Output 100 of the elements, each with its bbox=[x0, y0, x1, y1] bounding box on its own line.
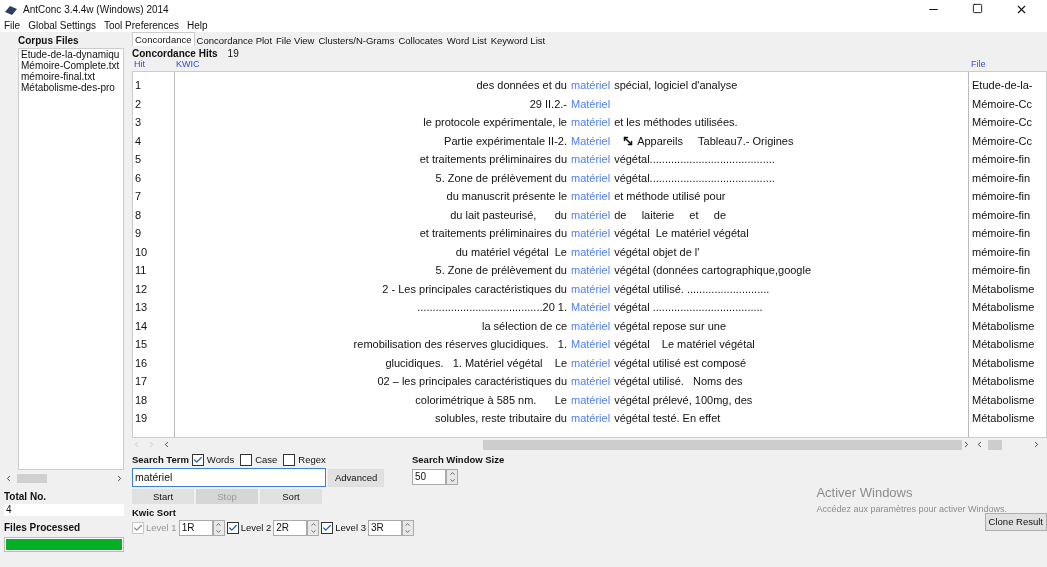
right-context: de laiterie et de bbox=[614, 207, 726, 223]
right-context: végétal Le matériel végétal bbox=[614, 226, 749, 241]
menu-item[interactable]: Tool Preferences bbox=[103, 18, 179, 33]
left-context: et traitements préliminaires du bbox=[418, 226, 568, 241]
file-item[interactable]: mémoire-final.txt bbox=[19, 71, 123, 82]
left-context: du lait pasteurisé, du bbox=[449, 207, 568, 223]
level-label: Level 1 bbox=[146, 521, 177, 536]
file-name: Mémoire-Cc bbox=[971, 133, 1033, 149]
checkbox-label: Case bbox=[255, 452, 278, 467]
window-title: AntConc 3.4.4w (Windows) 2014 bbox=[23, 3, 169, 17]
tab[interactable]: Keyword List bbox=[488, 34, 548, 46]
right-context: végétal utilisé. ........................... bbox=[614, 281, 770, 297]
keyword: Matériel bbox=[571, 337, 612, 352]
level-label: Level 2 bbox=[240, 521, 272, 536]
hit-number: 3 bbox=[134, 115, 143, 130]
checkbox-label: Regex bbox=[298, 452, 326, 467]
scroll-right-icon bbox=[115, 474, 124, 483]
scrollbar[interactable] bbox=[132, 439, 962, 450]
total-label: Total No. bbox=[4, 490, 48, 504]
scroll-left-icon bbox=[4, 474, 13, 483]
right-context: végétal testé. En effet bbox=[614, 411, 721, 426]
scroll-thumb[interactable] bbox=[987, 439, 1002, 450]
hit-number: 9 bbox=[134, 226, 143, 241]
right-context: et les méthodes utilisées. bbox=[614, 115, 738, 130]
window-size-label: Search Window Size bbox=[412, 453, 505, 467]
search-field[interactable]: matériel bbox=[132, 468, 326, 487]
left-context: des données et du bbox=[475, 78, 568, 93]
column-header[interactable]: File bbox=[969, 57, 986, 71]
hit-number: 15 bbox=[134, 337, 149, 352]
tab[interactable]: Collocates bbox=[396, 34, 445, 46]
scroll-left-icon[interactable] bbox=[162, 440, 171, 449]
file-name: Etude-de-la- bbox=[971, 78, 1034, 93]
tab[interactable]: Clusters/N-Grams bbox=[316, 34, 397, 46]
left-context: le protocole expérimentale, le bbox=[422, 115, 568, 130]
right-context: végétal utilisé. Noms des bbox=[614, 374, 743, 389]
hit-number: 7 bbox=[134, 189, 143, 204]
keyword: matériel bbox=[571, 78, 612, 93]
file-name: Métabolisme bbox=[971, 355, 1036, 371]
tab[interactable]: Concordance Plot bbox=[194, 34, 275, 46]
action-button[interactable]: Sort bbox=[260, 489, 322, 504]
spin-field[interactable]: 50 bbox=[412, 469, 446, 485]
left-context: solubles, reste tributaire du bbox=[433, 411, 568, 426]
hit-number: 1 bbox=[134, 78, 143, 93]
file-item[interactable]: Mémoire-Complete.txt bbox=[19, 60, 123, 71]
hit-number: 10 bbox=[134, 244, 149, 260]
file-name: Métabolisme bbox=[971, 374, 1036, 389]
right-context: et méthode utilisé pour bbox=[614, 189, 726, 204]
keyword: matériel bbox=[571, 263, 612, 278]
spin-field[interactable]: 3R bbox=[367, 520, 402, 537]
right-context: végétal objet de l' bbox=[614, 244, 700, 260]
left-context: 02 – les principales caractéristiques du bbox=[376, 374, 568, 389]
hit-number: 2 bbox=[134, 96, 143, 112]
column-header[interactable]: Hit bbox=[132, 57, 174, 71]
left-context: 2 - Les principales caractéristiques du bbox=[381, 281, 568, 297]
keyword: matériel bbox=[571, 115, 612, 130]
left-context: du manuscrit présente le bbox=[445, 189, 568, 204]
spin-arrows-icon[interactable] bbox=[446, 469, 458, 485]
clone-results-button[interactable]: Clone Result bbox=[984, 513, 1047, 531]
resize-arrow-icon bbox=[622, 134, 635, 147]
advanced-button[interactable]: Advanced bbox=[328, 468, 385, 487]
right-context: spécial, logiciel d'analyse bbox=[614, 78, 738, 93]
file-name: Mémoire-Cc bbox=[971, 96, 1033, 112]
checkbox[interactable] bbox=[240, 454, 253, 466]
tab[interactable]: Word List bbox=[444, 34, 489, 46]
keyword: matériel bbox=[571, 318, 612, 334]
checkbox[interactable] bbox=[321, 522, 334, 535]
hit-number: 12 bbox=[134, 281, 149, 297]
hit-number: 6 bbox=[134, 170, 143, 186]
kwic-sort-label: Kwic Sort bbox=[132, 506, 177, 520]
left-context: glucidiques. 1. Matériel végétal Le bbox=[384, 355, 568, 371]
spin-field[interactable]: 2R bbox=[273, 520, 308, 537]
file-name: mémoire-fin bbox=[971, 189, 1032, 204]
right-context: végétal (données cartographique,google bbox=[614, 263, 812, 278]
file-name: mémoire-fin bbox=[971, 263, 1032, 278]
file-name: Métabolisme bbox=[971, 281, 1036, 297]
keyword: matériel bbox=[571, 226, 612, 241]
hit-number: 14 bbox=[134, 318, 149, 334]
action-button[interactable]: Start bbox=[132, 489, 194, 504]
left-context: .........................................20 1. bbox=[416, 300, 568, 315]
checkbox[interactable] bbox=[191, 454, 204, 466]
scroll-right-icon[interactable] bbox=[1032, 440, 1041, 449]
right-context: végétal repose sur une bbox=[614, 318, 727, 334]
checkbox[interactable] bbox=[226, 522, 239, 535]
checkbox[interactable] bbox=[283, 454, 296, 466]
menu-item[interactable]: File bbox=[4, 18, 21, 33]
right-context: Appareils Tableau7.- Origines bbox=[637, 133, 794, 149]
hit-number: 19 bbox=[134, 411, 149, 426]
search-term-label: Search Term bbox=[132, 452, 189, 467]
file-item[interactable]: Etude-de-la-dynamiqu bbox=[19, 49, 123, 60]
file-name: Mémoire-Cc bbox=[971, 115, 1033, 130]
hit-number: 18 bbox=[134, 392, 149, 408]
file-name: Métabolisme bbox=[971, 318, 1036, 334]
file-item[interactable]: Métabolisme-des-pro bbox=[19, 82, 123, 93]
menu-item[interactable]: Global Settings bbox=[28, 18, 96, 33]
tab[interactable]: Concordance bbox=[132, 32, 195, 46]
tab[interactable]: File View bbox=[274, 34, 317, 46]
left-context: 29 II.2.- bbox=[528, 96, 568, 112]
keyword: matériel bbox=[571, 152, 612, 167]
menu-item[interactable]: Help bbox=[187, 18, 208, 33]
scrollbar[interactable] bbox=[4, 472, 124, 485]
